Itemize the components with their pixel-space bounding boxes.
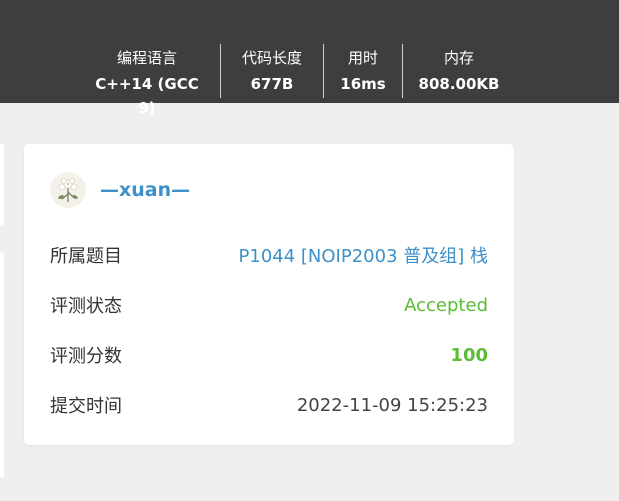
stat-code-length: 代码长度 677B (228, 44, 316, 98)
stat-language-label: 编程语言 (116, 49, 177, 67)
stat-divider (323, 44, 324, 98)
stat-memory: 内存 808.00KB (410, 44, 508, 98)
status-value: Accepted (404, 294, 488, 316)
info-row-score: 评测分数 100 (50, 340, 488, 370)
left-panel-edge (0, 252, 4, 478)
info-row-status: 评测状态 Accepted (50, 290, 488, 320)
username-link[interactable]: —xuan— (100, 179, 190, 201)
submission-stats-bar: 编程语言 C++14 (GCC 9) 代码长度 677B 用时 16ms 内存 … (0, 0, 619, 117)
stat-memory-value: 808.00KB (418, 75, 500, 93)
stat-code-length-label: 代码长度 (241, 49, 302, 67)
stat-divider (402, 44, 403, 98)
info-key: 提交时间 (50, 396, 122, 417)
score-value: 100 (450, 344, 488, 366)
submit-time-value: 2022-11-09 15:25:23 (296, 394, 488, 416)
info-row-submit-time: 提交时间 2022-11-09 15:25:23 (50, 390, 488, 420)
stat-time-value: 16ms (340, 75, 386, 93)
info-key: 所属题目 (50, 246, 122, 267)
info-key: 评测状态 (50, 296, 122, 317)
left-panel-edge (0, 144, 4, 226)
info-row-problem: 所属题目 P1044 [NOIP2003 普及组] 栈 (50, 240, 488, 270)
stat-memory-label: 内存 (443, 49, 474, 67)
stat-divider (220, 44, 221, 98)
flower-avatar-icon[interactable] (50, 172, 86, 208)
stat-time-label: 用时 (347, 49, 378, 67)
info-key: 评测分数 (50, 346, 122, 367)
user-row: —xuan— (50, 172, 190, 208)
problem-link[interactable]: P1044 [NOIP2003 普及组] 栈 (239, 242, 488, 268)
stat-code-length-value: 677B (250, 75, 294, 93)
stat-language-value: C++14 (GCC 9) (95, 75, 199, 117)
submission-info-card: —xuan— 所属题目 P1044 [NOIP2003 普及组] 栈 评测状态 … (24, 144, 514, 445)
stat-language: 编程语言 C++14 (GCC 9) (86, 44, 208, 117)
stat-time: 用时 16ms (331, 44, 395, 98)
